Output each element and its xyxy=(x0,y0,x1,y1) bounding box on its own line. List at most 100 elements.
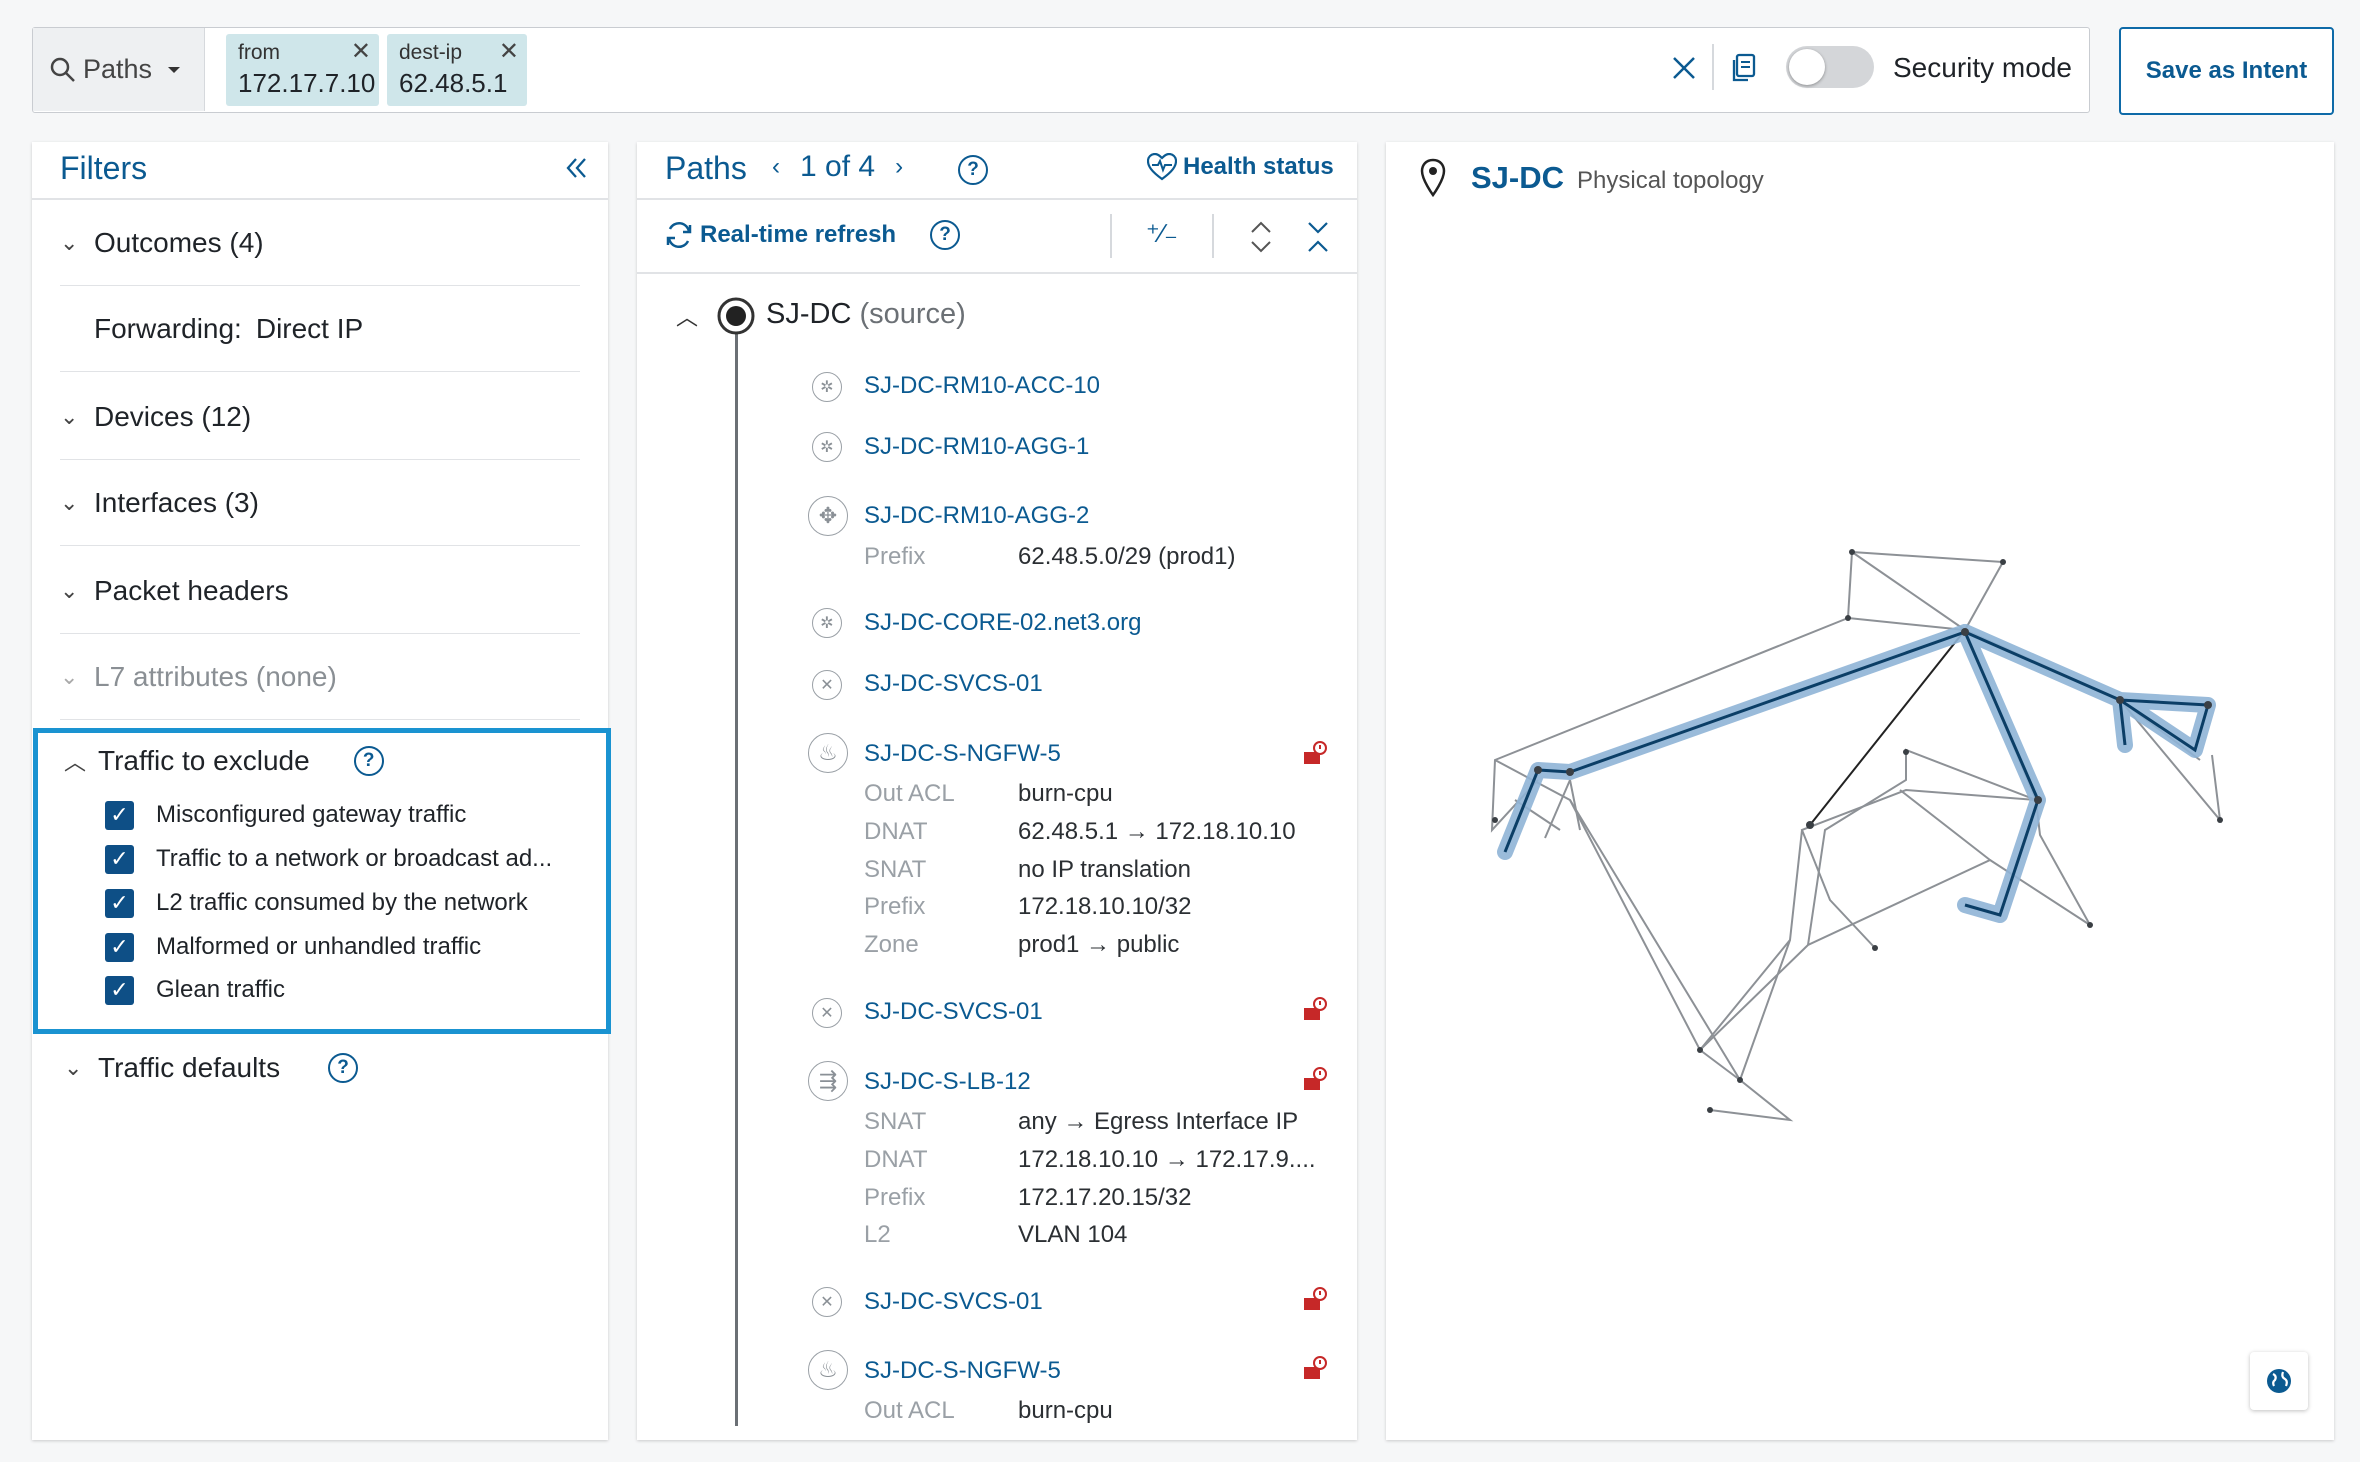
exclude-checkbox-row[interactable]: ✓ Glean traffic xyxy=(105,972,285,1008)
path-line xyxy=(735,328,738,1426)
detail-value: 62.48.5.0/29 (prod1) xyxy=(1018,543,1236,570)
filter-section-outcomes[interactable]: ⌄ Outcomes (4) xyxy=(60,200,580,286)
hop-device-link[interactable]: SJ-DC-SVCS-01 xyxy=(864,998,1043,1026)
divider xyxy=(1712,44,1714,90)
chevron-down-icon: ⌄ xyxy=(60,229,79,255)
chevron-down-icon: ⌄ xyxy=(60,489,79,515)
chevron-right-icon[interactable]: › xyxy=(895,153,903,181)
hop-device-link[interactable]: SJ-DC-RM10-AGG-1 xyxy=(864,433,1089,461)
source-suffix: (source) xyxy=(859,298,966,330)
alert-icon[interactable] xyxy=(1302,1355,1328,1381)
clear-search-icon[interactable] xyxy=(1670,54,1698,82)
globe-button[interactable] xyxy=(2250,1352,2308,1410)
topology-site-name[interactable]: SJ-DC xyxy=(1471,160,1564,196)
detail-value: 172.17.20.15/32 xyxy=(1018,1184,1192,1211)
forwarding-key: Forwarding: xyxy=(94,312,242,344)
real-time-refresh-button[interactable]: Real-time refresh xyxy=(664,220,896,250)
section-label: Traffic defaults xyxy=(98,1052,281,1083)
globe-icon xyxy=(2267,1369,2291,1393)
alert-icon[interactable] xyxy=(1302,1286,1328,1312)
checkbox-label: Malformed or unhandled traffic xyxy=(156,933,482,960)
help-icon[interactable]: ? xyxy=(328,1053,359,1083)
exclude-checkbox-row[interactable]: ✓ L2 traffic consumed by the network xyxy=(105,885,528,921)
search-bar[interactable]: Paths from 172.17.7.10 ✕ dest-ip 62.48.5… xyxy=(32,27,2090,113)
close-icon[interactable]: ✕ xyxy=(351,40,371,64)
alert-icon[interactable] xyxy=(1302,996,1328,1022)
double-chevron-left-icon[interactable] xyxy=(565,156,587,180)
alert-icon[interactable] xyxy=(1302,1066,1328,1092)
section-label: Traffic to exclude xyxy=(98,745,310,776)
load-balancer-icon: ⇶ xyxy=(808,1061,848,1101)
chevron-down-icon: ⌄ xyxy=(60,663,79,689)
detail-key: DNAT xyxy=(864,818,928,845)
topology-links xyxy=(1490,550,2222,1122)
checkbox-checked-icon[interactable]: ✓ xyxy=(105,975,134,1005)
refresh-label: Real-time refresh xyxy=(700,221,897,248)
detail-key: Out ACL xyxy=(864,1397,955,1424)
chip-value: 172.17.7.10 xyxy=(238,68,376,98)
help-icon[interactable]: ? xyxy=(930,220,960,250)
section-label: L7 attributes (none) xyxy=(94,660,337,692)
copy-icon[interactable] xyxy=(1728,52,1758,84)
search-mode-label: Paths xyxy=(83,54,153,84)
hop-device-link[interactable]: SJ-DC-SVCS-01 xyxy=(864,1288,1043,1316)
filter-section-devices[interactable]: ⌄ Devices (12) xyxy=(60,374,580,460)
diff-toggle-icon[interactable]: ⁺∕₋ xyxy=(1146,218,1178,249)
hop-detail: SNAT any → Egress Interface IP xyxy=(864,1108,1298,1136)
detail-key: Prefix xyxy=(864,543,926,570)
hop-detail: Zone prod1 → public xyxy=(864,931,1179,959)
detail-key: Prefix xyxy=(864,1184,926,1211)
exclude-checkbox-row[interactable]: ✓ Traffic to a network or broadcast ad... xyxy=(105,841,552,877)
detail-key: L2 xyxy=(864,1221,891,1248)
divider xyxy=(637,198,1357,200)
hop-device-link[interactable]: SJ-DC-RM10-AGG-2 xyxy=(864,502,1089,530)
hop-detail: Prefix 62.48.5.0/29 (prod1) xyxy=(864,543,1236,571)
hop-device-link[interactable]: SJ-DC-S-NGFW-5 xyxy=(864,1357,1061,1385)
hop-device-link[interactable]: SJ-DC-RM10-ACC-10 xyxy=(864,372,1100,400)
hop-device-link[interactable]: SJ-DC-S-NGFW-5 xyxy=(864,740,1061,768)
chip-value: 62.48.5.1 xyxy=(399,68,508,98)
help-icon[interactable]: ? xyxy=(958,155,988,185)
checkbox-checked-icon[interactable]: ✓ xyxy=(105,932,134,962)
filter-section-traffic-exclude[interactable]: ︿ Traffic to exclude ? xyxy=(64,745,384,777)
exclude-checkbox-row[interactable]: ✓ Malformed or unhandled traffic xyxy=(105,929,481,965)
collapse-all-icon[interactable] xyxy=(1306,220,1330,254)
filter-forwarding: Forwarding: Direct IP xyxy=(60,286,580,372)
switch-icon: ✕ xyxy=(812,1287,842,1317)
chevron-down-icon: ⌄ xyxy=(60,577,79,603)
hop-detail: Prefix 172.17.20.15/32 xyxy=(864,1184,1192,1212)
security-mode-toggle[interactable] xyxy=(1786,46,1874,88)
hop-detail: Out ACL burn-cpu xyxy=(864,1397,1113,1425)
checkbox-checked-icon[interactable]: ✓ xyxy=(105,844,134,874)
hop-device-link[interactable]: SJ-DC-S-LB-12 xyxy=(864,1068,1031,1096)
switch-icon: ✲ xyxy=(812,608,842,638)
save-as-intent-button[interactable]: Save as Intent xyxy=(2119,27,2334,115)
filter-section-interfaces[interactable]: ⌄ Interfaces (3) xyxy=(60,460,580,546)
hop-device-link[interactable]: SJ-DC-SVCS-01 xyxy=(864,670,1043,698)
chevron-left-icon[interactable]: ‹ xyxy=(772,153,780,181)
checkbox-label: L2 traffic consumed by the network xyxy=(156,889,528,916)
checkbox-checked-icon[interactable]: ✓ xyxy=(105,800,134,830)
help-icon[interactable]: ? xyxy=(353,746,384,776)
filter-section-packet-headers[interactable]: ⌄ Packet headers xyxy=(60,548,580,634)
health-status-button[interactable]: Health status xyxy=(1147,153,1334,181)
caret-down-icon xyxy=(168,66,181,73)
checkbox-checked-icon[interactable]: ✓ xyxy=(105,888,134,918)
alert-icon[interactable] xyxy=(1302,740,1328,766)
filter-section-traffic-defaults[interactable]: ⌄ Traffic defaults ? xyxy=(64,1052,359,1084)
detail-value: no IP translation xyxy=(1018,856,1192,883)
hop-device-link[interactable]: SJ-DC-CORE-02.net3.org xyxy=(864,609,1141,637)
filter-section-l7: ⌄ L7 attributes (none) xyxy=(60,634,580,720)
detail-key: SNAT xyxy=(864,856,927,883)
health-icon xyxy=(1147,153,1177,181)
chevron-up-icon[interactable]: ︿ xyxy=(676,300,698,332)
expand-all-icon[interactable] xyxy=(1249,220,1273,254)
hop-detail: DNAT 172.18.10.10 → 172.17.9.... xyxy=(864,1146,1316,1174)
search-chip-from[interactable]: from 172.17.7.10 ✕ xyxy=(226,34,379,106)
firewall-icon: ♨ xyxy=(808,733,848,773)
search-chip-dest-ip[interactable]: dest-ip 62.48.5.1 ✕ xyxy=(387,34,527,106)
close-icon[interactable]: ✕ xyxy=(499,40,519,64)
exclude-checkbox-row[interactable]: ✓ Misconfigured gateway traffic xyxy=(105,797,466,833)
topology-graph[interactable] xyxy=(1386,230,2334,1230)
search-mode-select[interactable]: Paths xyxy=(33,28,205,111)
